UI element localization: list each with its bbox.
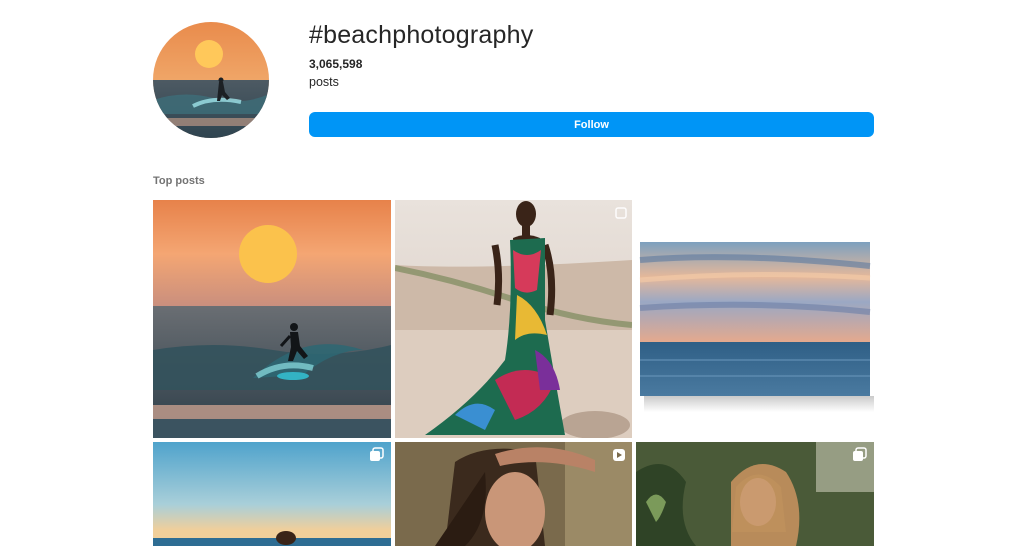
post-count: 3,065,598: [309, 57, 363, 71]
post-image: [639, 242, 874, 412]
post-tile[interactable]: [153, 442, 391, 546]
post-tile[interactable]: [395, 442, 632, 546]
post-tile[interactable]: [395, 200, 632, 438]
post-tile[interactable]: [153, 200, 391, 438]
hashtag-title: #beachphotography: [309, 21, 534, 49]
hashtag-avatar: [153, 22, 269, 138]
post-image: [636, 442, 874, 546]
post-image: [153, 200, 391, 438]
top-posts-label: Top posts: [153, 175, 205, 187]
post-tile[interactable]: [636, 200, 874, 438]
reel-icon: [613, 449, 625, 461]
post-image: [153, 442, 391, 546]
post-count-label: posts: [309, 75, 339, 89]
post-image: [395, 200, 632, 438]
post-image: [395, 442, 632, 546]
follow-button[interactable]: Follow: [309, 112, 874, 137]
post-tile[interactable]: [636, 442, 874, 546]
